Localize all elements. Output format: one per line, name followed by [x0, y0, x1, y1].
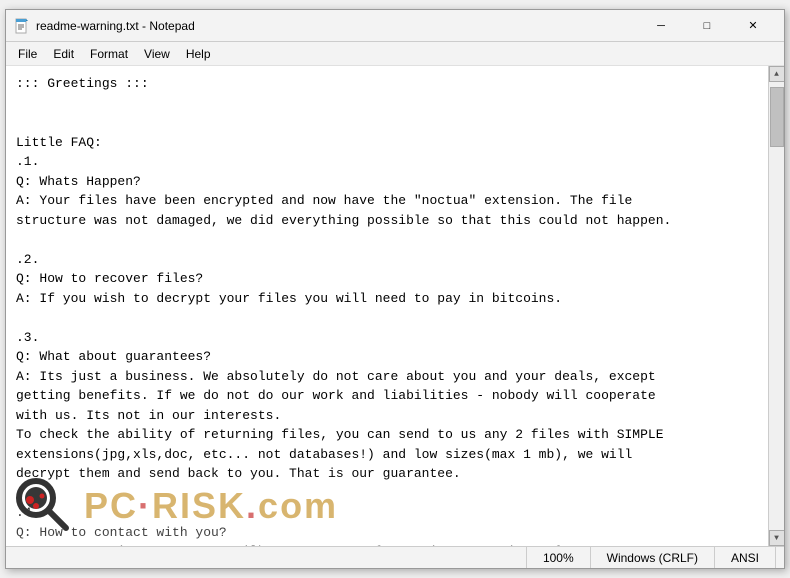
- scroll-track[interactable]: [769, 82, 784, 530]
- status-line-ending: Windows (CRLF): [591, 547, 715, 568]
- status-bar: 100% Windows (CRLF) ANSI: [6, 546, 784, 568]
- minimize-button[interactable]: ─: [638, 10, 684, 42]
- content-area: ::: Greetings ::: Little FAQ: .1. Q: Wha…: [6, 66, 784, 546]
- scroll-up-button[interactable]: ▲: [769, 66, 785, 82]
- text-editor[interactable]: ::: Greetings ::: Little FAQ: .1. Q: Wha…: [6, 66, 768, 546]
- scroll-down-button[interactable]: ▼: [769, 530, 785, 546]
- menu-edit[interactable]: Edit: [45, 45, 82, 63]
- maximize-button[interactable]: □: [684, 10, 730, 42]
- window-controls: ─ □ ✕: [638, 10, 776, 42]
- notepad-window: readme-warning.txt - Notepad ─ □ ✕ File …: [5, 9, 785, 569]
- menu-bar: File Edit Format View Help: [6, 42, 784, 66]
- close-button[interactable]: ✕: [730, 10, 776, 42]
- status-zoom: 100%: [527, 547, 591, 568]
- menu-view[interactable]: View: [136, 45, 178, 63]
- menu-file[interactable]: File: [10, 45, 45, 63]
- status-encoding: ANSI: [715, 547, 776, 568]
- menu-format[interactable]: Format: [82, 45, 136, 63]
- vertical-scrollbar[interactable]: ▲ ▼: [768, 66, 784, 546]
- window-title: readme-warning.txt - Notepad: [36, 19, 638, 33]
- title-bar: readme-warning.txt - Notepad ─ □ ✕: [6, 10, 784, 42]
- scroll-thumb[interactable]: [770, 87, 784, 147]
- status-empty: [14, 547, 527, 568]
- menu-help[interactable]: Help: [178, 45, 219, 63]
- app-icon: [14, 18, 30, 34]
